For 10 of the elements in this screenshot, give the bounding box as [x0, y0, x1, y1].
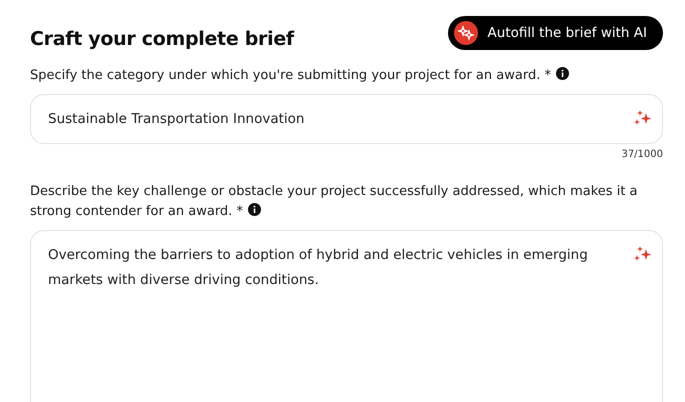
autofill-button[interactable]: Autofill the brief with AI	[448, 16, 663, 50]
field-label: Describe the key challenge or obstacle your project successfully addressed, which makes it a strong contender for an award. *	[30, 184, 638, 219]
info-icon	[248, 203, 261, 216]
character-counter: 37/1000	[621, 149, 663, 160]
sparkle-icon	[454, 21, 478, 45]
text-area[interactable]: Overcoming the barriers to adoption of hybrid and electric vehicles in emerging markets with diverse driving conditions.	[30, 230, 663, 402]
info-icon	[556, 67, 569, 80]
field-label: Specify the category under which you're submitting your project for an award. *	[30, 68, 569, 83]
input-field[interactable]: Sustainable Transportation Innovation	[30, 94, 663, 144]
form-title: Craft your complete brief	[30, 28, 294, 50]
